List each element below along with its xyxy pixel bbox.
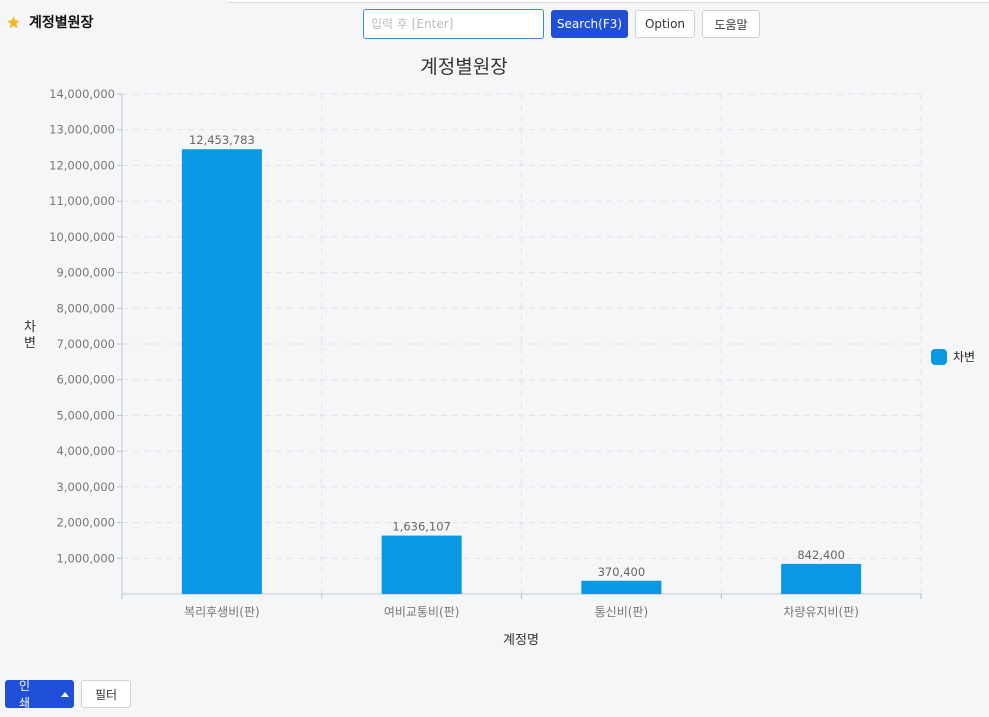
chart-title: 계정별원장 bbox=[420, 56, 507, 78]
top-border bbox=[228, 0, 989, 3]
filter-button[interactable]: 필터 bbox=[81, 680, 131, 708]
y-tick-label: 14,000,000 bbox=[49, 87, 115, 101]
y-tick-label: 1,000,000 bbox=[56, 551, 115, 565]
print-button-group: 인쇄 bbox=[5, 680, 74, 708]
y-tick-label: 6,000,000 bbox=[56, 373, 115, 387]
star-icon[interactable] bbox=[6, 15, 21, 30]
y-tick-label: 11,000,000 bbox=[49, 194, 115, 208]
y-tick-label: 3,000,000 bbox=[56, 480, 115, 494]
bar[interactable] bbox=[181, 149, 262, 594]
option-button[interactable]: Option bbox=[635, 10, 695, 38]
caret-up-icon bbox=[60, 691, 69, 697]
x-tick-label: 차량유지비(판) bbox=[783, 605, 859, 619]
legend-label: 차변 bbox=[953, 350, 976, 364]
print-dropdown-toggle[interactable] bbox=[55, 680, 74, 708]
bottom-bar: 인쇄 필터 bbox=[5, 680, 131, 708]
y-tick-label: 10,000,000 bbox=[49, 230, 115, 244]
help-button[interactable]: 도움말 bbox=[702, 10, 760, 38]
y-axis-label: 차변 bbox=[24, 320, 36, 351]
x-tick-label: 여비교통비(판) bbox=[384, 605, 460, 619]
bar[interactable] bbox=[781, 563, 862, 594]
bar-chart: 계정별원장 차변 계정명 1,000,000 2,000,000 3,000,000… bbox=[24, 56, 922, 648]
x-tick-label: 통신비(판) bbox=[595, 605, 649, 619]
y-tick-label: 5,000,000 bbox=[56, 408, 115, 422]
y-tick-label: 4,000,000 bbox=[56, 444, 115, 458]
y-tick-label: 7,000,000 bbox=[56, 337, 115, 351]
y-tick-label: 9,000,000 bbox=[56, 266, 115, 280]
y-tick-label: 12,000,000 bbox=[49, 158, 115, 172]
x-axis-label: 계정명 bbox=[503, 633, 539, 648]
legend[interactable]: 차변 bbox=[931, 348, 975, 365]
bar[interactable] bbox=[381, 535, 462, 594]
header: 계정별원장 bbox=[6, 12, 93, 32]
legend-swatch bbox=[931, 348, 947, 365]
y-tick-label: 8,000,000 bbox=[56, 301, 115, 315]
bar-data-label: 1,636,107 bbox=[392, 520, 451, 534]
y-tick-label: 13,000,000 bbox=[49, 123, 115, 137]
page-title: 계정별원장 bbox=[29, 15, 94, 31]
bar-data-label: 12,453,783 bbox=[189, 133, 255, 147]
bar-data-label: 842,400 bbox=[797, 548, 845, 562]
search-button[interactable]: Search(F3) bbox=[551, 10, 628, 38]
axes: 1,000,000 2,000,000 3,000,000 4,000,000 5,00… bbox=[49, 87, 922, 619]
bar-data-label: 370,400 bbox=[598, 565, 646, 579]
search-input[interactable] bbox=[363, 9, 544, 39]
x-tick-label: 복리후생비(판) bbox=[184, 605, 260, 619]
print-button[interactable]: 인쇄 bbox=[5, 680, 55, 708]
y-tick-label: 2,000,000 bbox=[56, 516, 115, 530]
bar[interactable] bbox=[581, 580, 662, 594]
